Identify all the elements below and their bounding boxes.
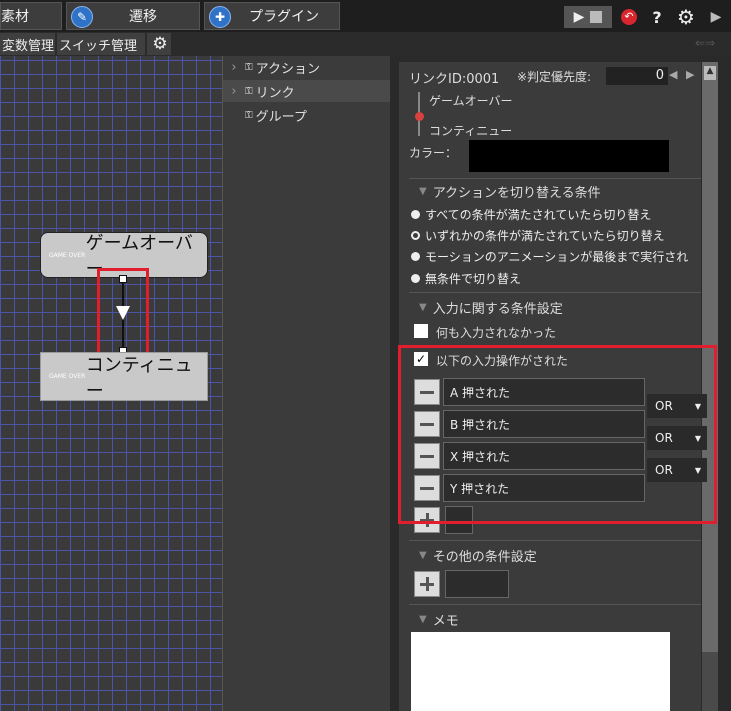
sub-toolbar: 変数管理 スイッチ管理 ⚙ ⇐⇒ (0, 32, 731, 56)
collapse-triangle-icon: ▼ (419, 302, 427, 313)
divider (409, 604, 701, 605)
tree-item-group[interactable]: ⚿ グループ (223, 104, 391, 126)
radio-label: 無条件で切り替え (425, 272, 522, 286)
node-label: コンティニュー (85, 354, 193, 402)
link-to: コンティニュー (429, 124, 513, 138)
switch-conditions-header[interactable]: ▼ アクションを切り替える条件 (419, 182, 601, 201)
settings-gear-icon[interactable]: ⚙ (675, 5, 697, 29)
help-icon[interactable]: ? (648, 6, 666, 28)
top-toolbar: 素材 ✎ 遷移 ✚ プラグイン ▶ ↶ ? ⚙ ▶ (0, 0, 731, 32)
link-from: ゲームオーバー (429, 94, 513, 108)
radio-dot-icon (411, 210, 420, 219)
section-title: アクションを切り替える条件 (432, 186, 601, 201)
collapse-triangle-icon: ▼ (419, 614, 427, 625)
other-condition-field[interactable] (445, 570, 509, 598)
add-other-condition-button[interactable] (414, 571, 440, 597)
tab-transition-label: 遷移 (129, 9, 157, 25)
scrollbar-track-end (702, 652, 718, 711)
expand-icon[interactable]: ▶ (707, 6, 725, 28)
priority-label: ※判定優先度: (517, 70, 592, 84)
priority-left-arrow-icon[interactable]: ◀ (669, 68, 677, 81)
divider (409, 540, 701, 541)
divider (409, 292, 701, 293)
tab-transition[interactable]: ✎ 遷移 (66, 2, 200, 30)
input-conditions-header[interactable]: ▼ 入力に関する条件設定 (419, 298, 563, 317)
stop-icon[interactable] (590, 11, 603, 23)
tab-switches[interactable]: スイッチ管理 (57, 33, 145, 55)
tab-variables[interactable]: 変数管理 (0, 33, 55, 55)
priority-right-arrow-icon[interactable]: ▶ (686, 68, 694, 81)
section-title: メモ (432, 614, 459, 629)
expand-chevron-icon[interactable]: › (223, 60, 245, 75)
collapse-triangle-icon: ▼ (419, 550, 427, 561)
memo-textarea[interactable] (411, 632, 670, 711)
scene-canvas[interactable]: GAME OVER ゲームオーバー GAME OVER コンティニュー (0, 56, 222, 711)
tree-item-label: グループ (255, 109, 307, 125)
color-swatch[interactable] (469, 140, 669, 172)
expand-chevron-icon[interactable]: › (223, 84, 245, 99)
collapse-triangle-icon: ▼ (419, 186, 427, 197)
radio-selected-icon (411, 231, 420, 240)
play-stop-group: ▶ (564, 6, 612, 28)
link-highlight-box (97, 268, 149, 357)
link-id: リンクID:0001 (409, 72, 500, 87)
play-icon[interactable]: ▶ (574, 9, 585, 25)
no-input-label: 何も入力されなかった (436, 326, 557, 340)
section-title: その他の条件設定 (432, 550, 537, 565)
direction-connector-icon (415, 90, 424, 140)
input-conditions-highlight-box (398, 345, 717, 524)
tab-plugin-label: プラグイン (249, 9, 319, 25)
section-title: 入力に関する条件設定 (432, 302, 563, 317)
color-label: カラー： (409, 146, 458, 160)
radio-dot-icon (411, 274, 420, 283)
object-icon: ⚿ (245, 61, 253, 73)
radio-dot-icon (411, 252, 420, 261)
radio-any-condition[interactable]: いずれかの条件が満たされていたら切り替え (411, 227, 665, 244)
object-icon: ⚿ (245, 109, 253, 121)
priority-input[interactable]: 0 (606, 67, 668, 85)
undo-icon[interactable]: ↶ (620, 6, 638, 28)
radio-label: いずれかの条件が満たされていたら切り替え (425, 229, 665, 243)
node-continue[interactable]: GAME OVER コンティニュー (40, 352, 208, 402)
tab-materials[interactable]: 素材 (0, 2, 62, 30)
radio-label: モーションのアニメーションが最後まで実行され (425, 250, 689, 264)
plugin-icon: ✚ (209, 6, 231, 28)
no-input-checkbox[interactable] (414, 324, 428, 338)
object-icon: ⚿ (245, 85, 253, 97)
tree-item-label: リンク (255, 85, 295, 101)
tree-item-link[interactable]: › ⚿ リンク (223, 80, 391, 102)
subbar-gear-icon[interactable]: ⚙ (147, 33, 171, 55)
radio-all-conditions[interactable]: すべての条件が満たされていたら切り替え (411, 206, 651, 223)
nav-arrows-icon[interactable]: ⇐⇒ (695, 36, 715, 50)
memo-header[interactable]: ▼ メモ (419, 610, 459, 629)
radio-motion-end[interactable]: モーションのアニメーションが最後まで実行され (411, 248, 688, 265)
radio-label: すべての条件が満たされていたら切り替え (425, 208, 652, 222)
tree-item-action[interactable]: › ⚿ アクション (223, 56, 391, 78)
other-conditions-header[interactable]: ▼ その他の条件設定 (419, 546, 537, 565)
radio-unconditional[interactable]: 無条件で切り替え (411, 270, 521, 287)
scroll-up-icon[interactable]: ▲ (704, 66, 716, 80)
tab-materials-label: 素材 (1, 9, 29, 25)
tab-plugin[interactable]: ✚ プラグイン (204, 2, 340, 30)
object-tree-panel: › ⚿ アクション › ⚿ リンク ⚿ グループ (222, 56, 391, 711)
transition-icon: ✎ (71, 6, 93, 28)
divider (409, 178, 701, 179)
tree-item-label: アクション (255, 61, 320, 77)
